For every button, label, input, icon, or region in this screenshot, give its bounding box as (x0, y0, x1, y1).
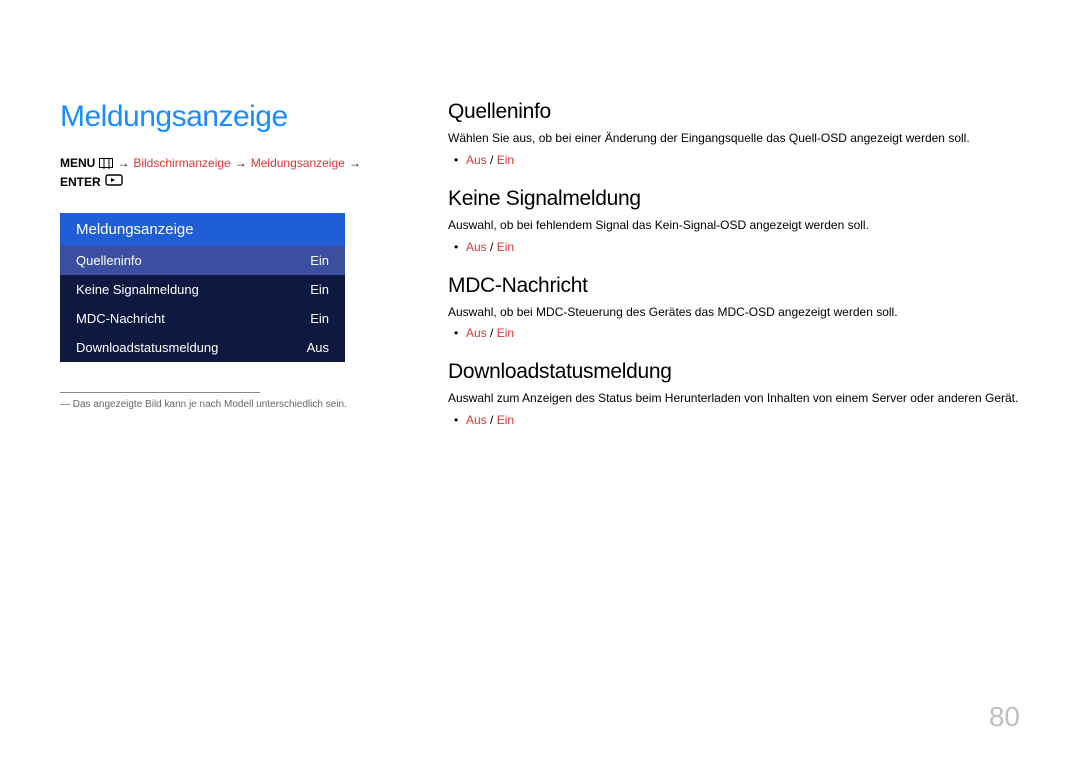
section-desc: Auswahl zum Anzeigen des Status beim Her… (448, 390, 1020, 407)
osd-row-value: Ein (310, 311, 329, 326)
section-options: Aus / Ein (448, 413, 1020, 427)
option-aus: Aus (466, 326, 487, 340)
arrow-icon: → (117, 156, 129, 170)
osd-row-value: Aus (307, 340, 329, 355)
section-options: Aus / Ein (448, 153, 1020, 167)
section-desc: Auswahl, ob bei fehlendem Signal das Kei… (448, 217, 1020, 234)
menu-icon (99, 158, 113, 168)
section-title: Downloadstatusmeldung (448, 360, 1020, 384)
osd-row-mdc-nachricht[interactable]: MDC-Nachricht Ein (60, 304, 345, 333)
option-ein: Ein (497, 240, 514, 254)
osd-panel: Meldungsanzeige Quelleninfo Ein Keine Si… (60, 213, 345, 362)
breadcrumb-link-2: Meldungsanzeige (251, 156, 345, 170)
osd-row-label: Keine Signalmeldung (76, 282, 199, 297)
option-ein: Ein (497, 153, 514, 167)
section-mdc-nachricht: MDC-Nachricht Auswahl, ob bei MDC-Steuer… (448, 274, 1020, 341)
arrow-icon: → (349, 156, 361, 170)
page-title: Meldungsanzeige (60, 100, 400, 134)
option-sep: / (487, 153, 497, 167)
option-aus: Aus (466, 153, 487, 167)
option-aus: Aus (466, 413, 487, 427)
option-sep: / (487, 240, 497, 254)
breadcrumb-menu: MENU (60, 156, 95, 170)
section-desc: Auswahl, ob bei MDC-Steuerung des Geräte… (448, 304, 1020, 321)
footnote: ― Das angezeigte Bild kann je nach Model… (60, 399, 400, 410)
option-ein: Ein (497, 413, 514, 427)
osd-row-value: Ein (310, 253, 329, 268)
osd-row-label: Quelleninfo (76, 253, 142, 268)
osd-row-label: Downloadstatusmeldung (76, 340, 218, 355)
section-title: MDC-Nachricht (448, 274, 1020, 298)
section-title: Keine Signalmeldung (448, 187, 1020, 211)
osd-row-quelleninfo[interactable]: Quelleninfo Ein (60, 246, 345, 275)
section-quelleninfo: Quelleninfo Wählen Sie aus, ob bei einer… (448, 100, 1020, 167)
option-sep: / (487, 326, 497, 340)
divider (60, 392, 260, 393)
osd-header: Meldungsanzeige (60, 213, 345, 246)
osd-row-label: MDC-Nachricht (76, 311, 165, 326)
enter-icon (105, 174, 123, 189)
breadcrumb: MENU → Bildschirmanzeige → Meldungsanzei… (60, 156, 400, 189)
breadcrumb-link-1: Bildschirmanzeige (133, 156, 230, 170)
section-keine-signalmeldung: Keine Signalmeldung Auswahl, ob bei fehl… (448, 187, 1020, 254)
section-options: Aus / Ein (448, 240, 1020, 254)
section-options: Aus / Ein (448, 326, 1020, 340)
osd-row-downloadstatusmeldung[interactable]: Downloadstatusmeldung Aus (60, 333, 345, 362)
breadcrumb-enter: ENTER (60, 175, 101, 189)
section-desc: Wählen Sie aus, ob bei einer Änderung de… (448, 130, 1020, 147)
section-downloadstatusmeldung: Downloadstatusmeldung Auswahl zum Anzeig… (448, 360, 1020, 427)
osd-row-keine-signalmeldung[interactable]: Keine Signalmeldung Ein (60, 275, 345, 304)
arrow-icon: → (235, 156, 247, 170)
osd-row-value: Ein (310, 282, 329, 297)
page-number: 80 (989, 701, 1020, 733)
section-title: Quelleninfo (448, 100, 1020, 124)
option-aus: Aus (466, 240, 487, 254)
option-sep: / (487, 413, 497, 427)
option-ein: Ein (497, 326, 514, 340)
